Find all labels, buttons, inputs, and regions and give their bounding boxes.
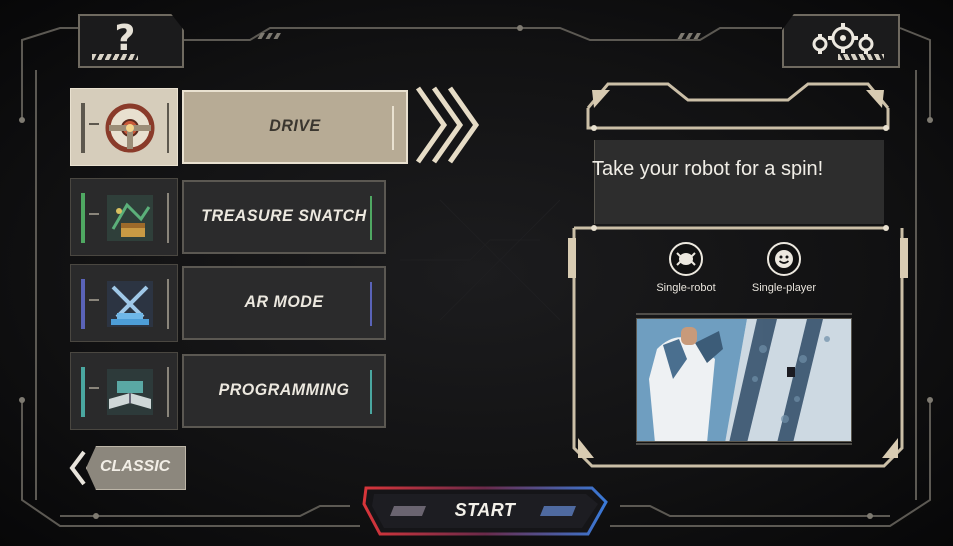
robot-icon bbox=[669, 242, 703, 276]
mode-item-programming[interactable]: PROGRAMMING bbox=[70, 352, 386, 430]
settings-button[interactable] bbox=[782, 14, 900, 68]
mode-accent-bar bbox=[81, 193, 85, 243]
smiley-face-glyph bbox=[775, 250, 793, 268]
mode-accent-bar bbox=[81, 103, 85, 153]
help-button[interactable]: ? bbox=[78, 14, 184, 68]
classic-label: CLASSIC bbox=[100, 458, 171, 475]
tile-bracket bbox=[89, 299, 99, 301]
mode-description: Take your robot for a spin! bbox=[592, 158, 824, 180]
tile-bracket bbox=[89, 213, 99, 215]
panel-tick bbox=[370, 282, 372, 326]
mode-label: DRIVE bbox=[269, 117, 321, 136]
tile-bracket bbox=[167, 193, 169, 243]
mode-label: TREASURE SNATCH bbox=[201, 207, 367, 226]
mode-tile bbox=[70, 264, 178, 342]
mode-accent-bar bbox=[81, 279, 85, 329]
mode-label: PROGRAMMING bbox=[218, 381, 350, 400]
classic-button[interactable]: CLASSIC bbox=[68, 446, 186, 490]
mode-panel: TREASURE SNATCH bbox=[182, 180, 386, 254]
tile-bracket bbox=[167, 103, 169, 153]
feature-label: Single-player bbox=[751, 282, 817, 294]
mode-label: AR MODE bbox=[244, 293, 324, 312]
start-button[interactable]: START bbox=[360, 484, 610, 538]
game-menu-screen: ? DRIVE TREASURE SNATCH AR MODE PROGRAMM… bbox=[0, 0, 953, 546]
mode-panel: DRIVE bbox=[182, 90, 408, 164]
open-book-icon bbox=[107, 369, 153, 415]
mode-accent-bar bbox=[81, 367, 85, 417]
mode-tile bbox=[70, 88, 178, 166]
mode-preview-image bbox=[636, 318, 852, 442]
panel-tick bbox=[370, 196, 372, 240]
mode-info-panel: Take your robot for a spin! Single-robot bbox=[568, 78, 908, 468]
feature-single-player: Single-player bbox=[734, 242, 834, 294]
selected-chevron-arrow-icon bbox=[415, 86, 480, 164]
tile-bracket bbox=[167, 367, 169, 417]
treasure-map-icon bbox=[107, 195, 153, 241]
mode-panel: AR MODE bbox=[182, 266, 386, 340]
crossed-swords-icon bbox=[107, 281, 153, 327]
tile-bracket bbox=[89, 123, 99, 125]
mode-tile bbox=[70, 352, 178, 430]
mode-item-drive[interactable]: DRIVE bbox=[70, 88, 408, 166]
feature-single-robot: Single-robot bbox=[636, 242, 736, 294]
question-mark-icon: ? bbox=[114, 18, 136, 59]
mode-panel: PROGRAMMING bbox=[182, 354, 386, 428]
panel-tick bbox=[370, 370, 372, 414]
steering-wheel-icon bbox=[105, 103, 155, 153]
smiley-face-icon bbox=[767, 242, 801, 276]
preview-illustration bbox=[637, 319, 851, 441]
start-label: START bbox=[454, 500, 516, 520]
tile-bracket bbox=[167, 279, 169, 329]
mode-tile bbox=[70, 178, 178, 256]
back-chevron-icon bbox=[69, 450, 86, 486]
panel-tick bbox=[392, 106, 394, 150]
mode-item-ar-mode[interactable]: AR MODE bbox=[70, 264, 386, 342]
tile-bracket bbox=[89, 387, 99, 389]
description-box bbox=[594, 140, 884, 224]
feature-label: Single-robot bbox=[656, 282, 716, 294]
hazard-stripes bbox=[92, 54, 138, 60]
hazard-stripes bbox=[838, 54, 884, 60]
robot-icon-glyph bbox=[676, 252, 696, 266]
mode-item-treasure-snatch[interactable]: TREASURE SNATCH bbox=[70, 178, 386, 256]
